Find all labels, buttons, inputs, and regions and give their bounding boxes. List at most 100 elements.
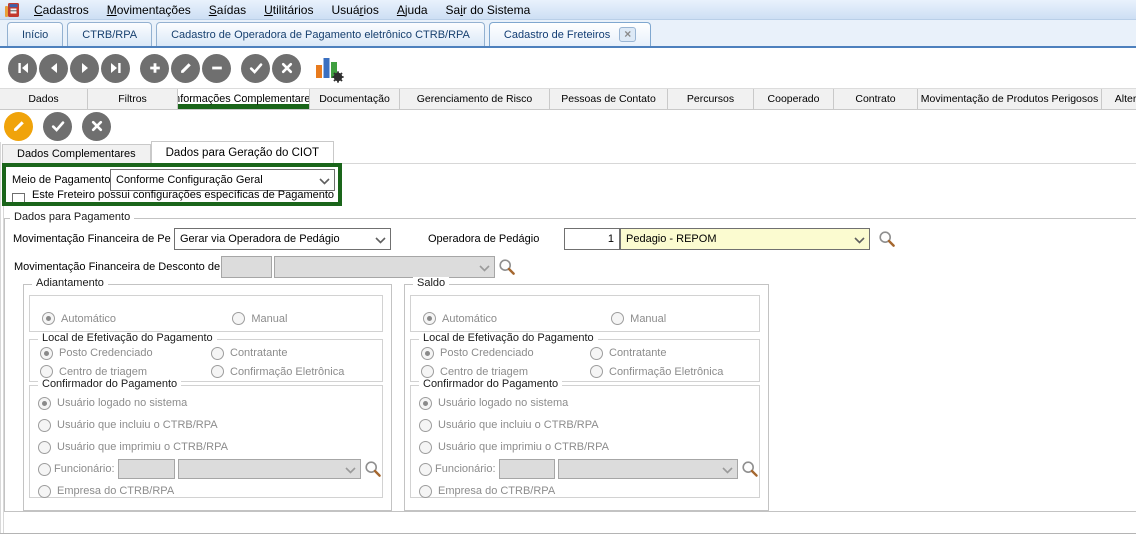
edit-record-button[interactable] [4,112,33,141]
radio-label: Automático [61,313,116,325]
tab-cadastro-freteiros[interactable]: Cadastro de Freteiros × [489,22,651,46]
skip-first-icon [15,60,31,76]
menu-sair-do-sistema[interactable]: Sair do Sistema [437,1,540,19]
delete-button[interactable] [202,54,231,83]
menu-saidas[interactable]: Saídas [200,1,255,19]
tab-dados-complementares[interactable]: Dados Complementares [2,144,151,164]
search-funcionario-icon[interactable] [364,460,382,478]
radio-usuario-incluiu: Usuário que incluiu o CTRB/RPA [419,418,759,432]
radio-icon [38,485,51,498]
tab-ctrb-rpa[interactable]: CTRB/RPA [67,22,152,46]
tab-dados-geracao-ciot[interactable]: Dados para Geração do CIOT [151,141,334,164]
menu-usuarios[interactable]: Usuários [322,1,387,19]
tab-contrato[interactable]: Contrato [834,89,918,109]
menu-cadastros[interactable]: Cadastros [25,1,98,19]
tab-label: Cooperado [768,93,820,105]
panel-legend: Saldo [413,277,449,289]
desconto-codigo-field [221,256,272,278]
previous-icon [46,60,62,76]
radio-icon [590,347,603,360]
search-funcionario-icon[interactable] [741,460,759,478]
funcionario-combobox [178,459,361,479]
menu-text: tilitários [273,3,314,17]
confirmador-pagamento-group: Confirmador do Pagamento Usuário logado … [410,385,760,498]
saldo-mode-box: Automático Manual [410,295,760,332]
chevron-down-icon [722,467,733,474]
radio-manual: Manual [611,312,759,326]
search-desconto-icon[interactable] [498,258,516,276]
pencil-icon [178,60,194,76]
radio-icon [419,485,432,498]
add-button[interactable] [140,54,169,83]
radio-icon [38,463,51,476]
tab-dados[interactable]: Dados [0,89,88,109]
tab-filtros[interactable]: Filtros [88,89,178,109]
tab-movimentacao-produtos-perigosos[interactable]: Movimentação de Produtos Perigosos [918,89,1102,109]
next-record-button[interactable] [70,54,99,83]
radio-label: Usuário que imprimiu o CTRB/RPA [438,441,609,453]
radio-posto-credenciado: Posto Credenciado [40,346,211,360]
combobox-value: Pedagio - REPOM [626,233,716,245]
tab-pessoas-de-contato[interactable]: Pessoas de Contato [550,89,668,109]
tab-label: Cadastro de Freteiros [504,29,610,41]
operadora-codigo-field[interactable]: 1 [564,228,620,250]
chevron-down-icon[interactable] [854,237,865,244]
search-operadora-icon[interactable] [878,230,896,248]
cancel-edit-button[interactable] [82,112,111,141]
minus-icon [209,60,225,76]
funcionario-combobox [558,459,738,479]
last-record-button[interactable] [101,54,130,83]
radio-contratante: Contratante [211,346,382,360]
local-efetivacao-group: Local de Efetivação do Pagamento Posto C… [29,339,383,382]
tab-informacoes-complementares[interactable]: Informações Complementares [178,89,310,109]
tab-gerenciamento-de-risco[interactable]: Gerenciamento de Risco [400,89,550,109]
previous-record-button[interactable] [39,54,68,83]
cross-icon [89,118,105,134]
radio-usuario-logado: Usuário logado no sistema [419,396,759,410]
radio-centro-triagem: Centro de triagem [421,365,590,379]
tab-alteracoes[interactable]: Altera [1102,89,1136,109]
save-confirm-button[interactable] [43,112,72,141]
menu-utilitarios[interactable]: Utilitários [255,1,322,19]
first-record-button[interactable] [8,54,37,83]
group-legend: Confirmador do Pagamento [38,378,181,390]
radio-confirmacao-eletronica: Confirmação Eletrônica [211,365,382,379]
edit-button[interactable] [171,54,200,83]
menu-movimentacoes[interactable]: Movimentações [98,1,200,19]
radio-label: Usuário logado no sistema [57,397,187,409]
menu-text: aídas [217,3,246,17]
tab-percursos[interactable]: Percursos [668,89,754,109]
menu-ajuda[interactable]: Ajuda [388,1,437,19]
record-toolbar [0,48,1136,88]
operadora-pedagio-label: Operadora de Pedágio [428,228,539,250]
tab-cadastro-operadora-pagamento[interactable]: Cadastro de Operadora de Pagamento eletr… [156,22,485,46]
tab-documentacao[interactable]: Documentação [310,89,400,109]
cross-icon [279,60,295,76]
tab-label: Contrato [855,93,895,105]
tab-cooperado[interactable]: Cooperado [754,89,834,109]
panel-legend: Adiantamento [32,277,108,289]
config-especifica-checkbox[interactable] [12,193,25,206]
radio-label: Manual [251,313,287,325]
radio-usuario-logado: Usuário logado no sistema [38,396,382,410]
radio-funcionario-row: Funcionário: [38,458,382,480]
tab-inicio[interactable]: Início [7,22,63,46]
group-legend: Dados para Pagamento [10,211,134,223]
chevron-down-icon[interactable] [375,237,386,244]
chevron-down-icon[interactable] [319,178,330,185]
report-settings-button[interactable] [314,53,344,83]
menu-text: ios [364,3,379,17]
radio-icon [38,419,51,432]
radio-label: Centro de triagem [59,366,147,378]
pencil-icon [11,118,27,134]
cancel-button[interactable] [272,54,301,83]
confirm-button[interactable] [241,54,270,83]
mov-financeira-pedagio-combobox[interactable]: Gerar via Operadora de Pedágio [174,228,391,250]
combobox-value: Gerar via Operadora de Pedágio [180,233,340,245]
tab-label: Gerenciamento de Risco [417,93,533,105]
menu-text: ovimentações [117,3,191,17]
operadora-pedagio-combobox[interactable]: Pedagio - REPOM [620,228,870,250]
radio-label: Confirmação Eletrônica [609,366,723,378]
left-border-line [0,142,1,533]
close-tab-icon[interactable]: × [619,27,636,42]
